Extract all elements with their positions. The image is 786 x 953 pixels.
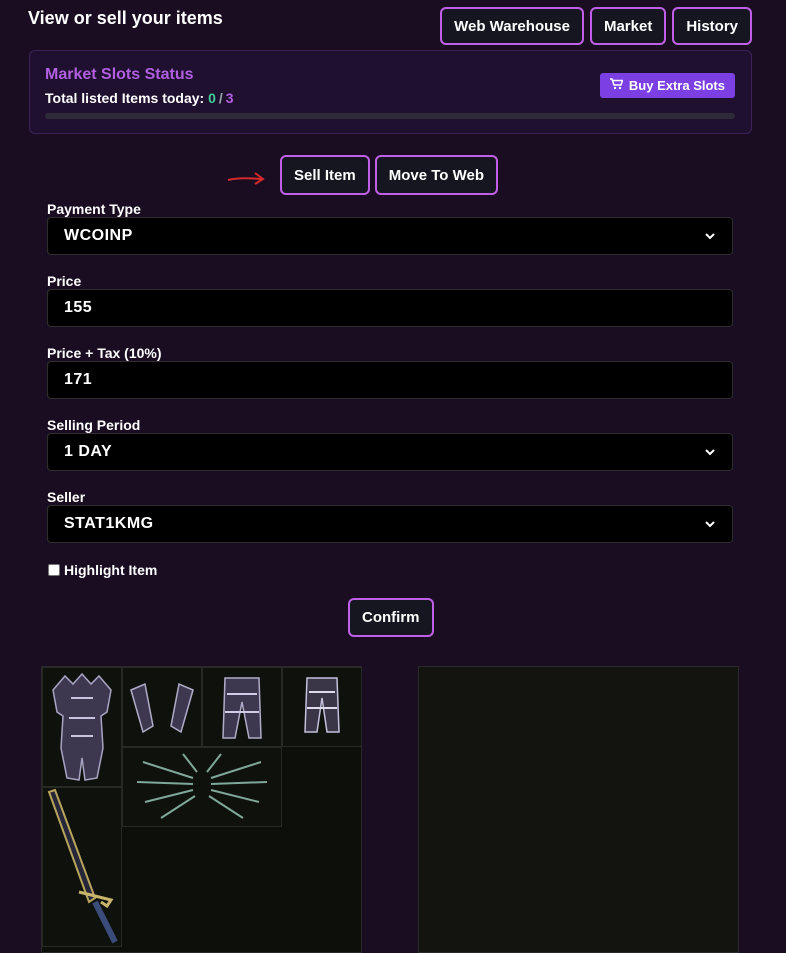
pants-icon bbox=[222, 677, 262, 739]
price-input[interactable]: 155 bbox=[47, 289, 733, 327]
warehouse-grid bbox=[41, 666, 362, 953]
payment-type-select[interactable]: WCOINP bbox=[47, 217, 733, 255]
wings-icon bbox=[136, 753, 268, 819]
price-tax-input[interactable]: 171 bbox=[47, 361, 733, 399]
payment-type-value: WCOINP bbox=[64, 227, 133, 244]
market-slots-panel: Market Slots Status Total listed Items t… bbox=[29, 50, 752, 134]
warehouse-slot-armor[interactable] bbox=[42, 667, 122, 787]
history-button[interactable]: History bbox=[672, 7, 752, 45]
highlight-item-label: Highlight Item bbox=[64, 562, 158, 578]
price-value: 155 bbox=[64, 299, 93, 316]
gloves-icon bbox=[130, 682, 194, 734]
boots-icon bbox=[304, 677, 340, 733]
highlight-item-checkbox[interactable] bbox=[48, 564, 60, 576]
seller-label: Seller bbox=[47, 489, 86, 505]
confirm-button[interactable]: Confirm bbox=[348, 598, 434, 637]
seller-select[interactable]: STAT1KMG bbox=[47, 505, 733, 543]
chevron-down-icon bbox=[705, 521, 715, 528]
warehouse-slot-wings[interactable] bbox=[122, 747, 282, 827]
cart-icon bbox=[609, 78, 624, 93]
slots-title: Market Slots Status bbox=[45, 66, 194, 83]
web-warehouse-button[interactable]: Web Warehouse bbox=[440, 7, 584, 45]
slots-count-label: Total listed Items today: bbox=[45, 90, 205, 106]
price-tax-label: Price + Tax (10%) bbox=[47, 345, 162, 361]
selling-period-select[interactable]: 1 DAY bbox=[47, 433, 733, 471]
seller-value: STAT1KMG bbox=[64, 515, 154, 532]
warehouse-slot-gloves[interactable] bbox=[122, 667, 202, 747]
slots-progress-bar bbox=[45, 113, 735, 119]
buy-extra-slots-label: Buy Extra Slots bbox=[628, 78, 725, 93]
slots-count: Total listed Items today: 0/3 bbox=[45, 90, 234, 106]
warehouse-slot-pants[interactable] bbox=[202, 667, 282, 747]
action-tabs: Sell Item Move To Web bbox=[280, 155, 498, 195]
buy-extra-slots-button[interactable]: Buy Extra Slots bbox=[599, 73, 735, 98]
sell-item-tab[interactable]: Sell Item bbox=[280, 155, 370, 195]
chevron-down-icon bbox=[705, 449, 715, 456]
red-arrow-icon bbox=[227, 168, 267, 191]
chevron-down-icon bbox=[705, 233, 715, 240]
item-preview-panel bbox=[418, 666, 739, 953]
move-to-web-tab[interactable]: Move To Web bbox=[374, 155, 498, 195]
top-nav: Web Warehouse Market History bbox=[440, 7, 752, 45]
slots-separator: / bbox=[218, 90, 223, 106]
selling-period-value: 1 DAY bbox=[64, 443, 113, 460]
armor-icon bbox=[52, 672, 112, 781]
page-title: View or sell your items bbox=[28, 8, 223, 28]
price-label: Price bbox=[47, 273, 82, 289]
warehouse-slot-boots[interactable] bbox=[282, 667, 362, 747]
price-tax-value: 171 bbox=[64, 371, 93, 388]
sword-icon bbox=[47, 788, 118, 944]
highlight-item-option: Highlight Item bbox=[48, 562, 157, 578]
slots-current: 0 bbox=[208, 90, 216, 106]
slots-max: 3 bbox=[225, 90, 234, 106]
selling-period-label: Selling Period bbox=[47, 417, 141, 433]
market-button[interactable]: Market bbox=[589, 7, 667, 45]
warehouse-slot-sword[interactable] bbox=[42, 787, 122, 947]
payment-type-label: Payment Type bbox=[47, 201, 141, 217]
